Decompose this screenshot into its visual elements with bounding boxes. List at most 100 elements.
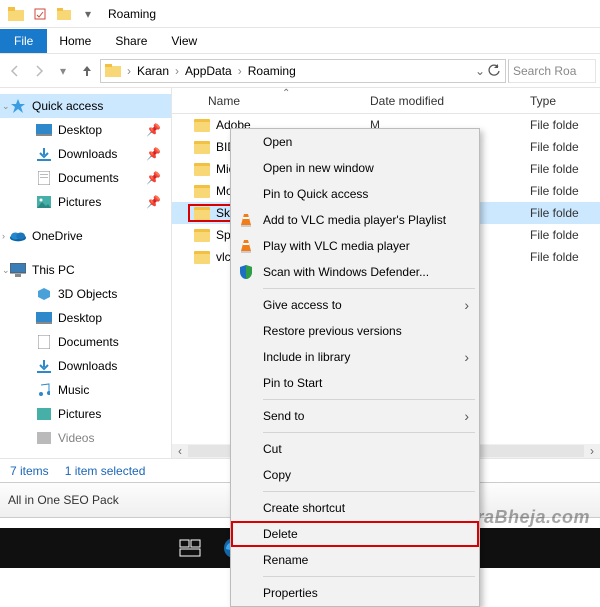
context-menu-item[interactable]: Cut	[231, 436, 479, 462]
sidebar-item-music[interactable]: Music	[0, 378, 171, 402]
3d-objects-icon	[36, 286, 52, 302]
sidebar-item-onedrive[interactable]: › OneDrive	[0, 224, 171, 248]
context-menu-item[interactable]: Rename	[231, 547, 479, 573]
sidebar-item-downloads[interactable]: Downloads	[0, 354, 171, 378]
ribbon-tab-file[interactable]: File	[0, 29, 47, 53]
context-menu-item[interactable]: Copy	[231, 462, 479, 488]
ribbon-tab-share[interactable]: Share	[103, 30, 159, 52]
context-menu-label: Rename	[263, 553, 308, 567]
file-type: File folde	[522, 118, 579, 132]
sidebar-item-documents[interactable]: Documents	[0, 330, 171, 354]
context-menu-item[interactable]: Add to VLC media player's Playlist	[231, 207, 479, 233]
pin-icon: 📌	[146, 147, 161, 161]
taskbar-taskview-icon[interactable]	[170, 528, 210, 568]
nav-back-button[interactable]	[4, 60, 26, 82]
nav-up-button[interactable]	[76, 60, 98, 82]
context-menu-label: Pin to Quick access	[263, 187, 368, 201]
sidebar-item-desktop[interactable]: Desktop	[0, 306, 171, 330]
pictures-icon	[36, 406, 52, 422]
folder-icon	[194, 185, 210, 198]
file-type: File folde	[522, 162, 579, 176]
qat-properties-icon[interactable]	[32, 6, 48, 22]
nav-recent-dropdown[interactable]: ▾	[52, 60, 74, 82]
folder-icon	[194, 141, 210, 154]
file-type: File folde	[522, 140, 579, 154]
context-menu-label: Create shortcut	[263, 501, 345, 515]
context-menu-item[interactable]: Play with VLC media player	[231, 233, 479, 259]
status-item-count: 7 items	[10, 464, 49, 478]
desktop-icon	[36, 122, 52, 138]
context-menu-label: Properties	[263, 586, 318, 600]
qat-dropdown-icon[interactable]: ▾	[80, 6, 96, 22]
documents-icon	[36, 170, 52, 186]
context-menu-item[interactable]: Create shortcut	[231, 495, 479, 521]
context-menu-item[interactable]: Send to	[231, 403, 479, 429]
context-menu-item[interactable]: Give access to	[231, 292, 479, 318]
folder-icon	[194, 251, 210, 264]
address-history-dropdown[interactable]: ⌄	[475, 64, 485, 78]
chevron-down-icon: ⌄	[2, 101, 10, 112]
sidebar-item-this-pc[interactable]: ⌄ This PC	[0, 258, 171, 282]
ribbon: File Home Share View	[0, 28, 600, 54]
context-menu-item[interactable]: Open	[231, 129, 479, 155]
sidebar-item-pictures[interactable]: Pictures📌	[0, 190, 171, 214]
ribbon-tab-home[interactable]: Home	[47, 30, 103, 52]
context-menu: Open Open in new window Pin to Quick acces…	[230, 128, 480, 607]
context-menu-label: Restore previous versions	[263, 324, 402, 338]
scroll-left-icon[interactable]: ‹	[172, 444, 188, 458]
context-menu-item[interactable]: Delete	[231, 521, 479, 547]
music-icon	[36, 382, 52, 398]
chevron-right-icon: ›	[127, 64, 131, 78]
qat-newfolder-icon[interactable]	[56, 6, 72, 22]
context-menu-item[interactable]: Properties	[231, 580, 479, 606]
folder-icon	[194, 119, 210, 132]
folder-icon	[194, 163, 210, 176]
context-menu-item[interactable]: Pin to Start	[231, 370, 479, 396]
sidebar-item-pictures[interactable]: Pictures	[0, 402, 171, 426]
sidebar-item-3d-objects[interactable]: 3D Objects	[0, 282, 171, 306]
column-headers: Name⌃ Date modified Type	[172, 88, 600, 114]
context-menu-separator	[263, 432, 475, 433]
onedrive-icon	[10, 228, 26, 244]
breadcrumb-segment[interactable]: Roaming	[248, 64, 296, 78]
sidebar-item-documents[interactable]: Documents📌	[0, 166, 171, 190]
context-menu-item[interactable]: Pin to Quick access	[231, 181, 479, 207]
chevron-right-icon: ›	[2, 231, 5, 241]
sidebar-item-quick-access[interactable]: ⌄ Quick access	[0, 94, 171, 118]
chevron-right-icon: ›	[238, 64, 242, 78]
pin-icon: 📌	[146, 195, 161, 209]
column-date[interactable]: Date modified	[362, 94, 522, 108]
file-type: File folde	[522, 228, 579, 242]
refresh-button[interactable]	[487, 64, 501, 78]
context-menu-label: Include in library	[263, 350, 350, 364]
folder-icon	[105, 64, 121, 77]
vlc-icon	[237, 237, 255, 255]
downloads-icon	[36, 358, 52, 374]
sidebar-item-desktop[interactable]: Desktop📌	[0, 118, 171, 142]
context-menu-item[interactable]: Open in new window	[231, 155, 479, 181]
nav-forward-button[interactable]	[28, 60, 50, 82]
column-name[interactable]: Name⌃	[172, 94, 362, 108]
address-field[interactable]: › Karan › AppData › Roaming ⌄	[100, 59, 506, 83]
downloads-icon	[36, 146, 52, 162]
desktop-icon	[36, 310, 52, 326]
context-menu-item[interactable]: Restore previous versions	[231, 318, 479, 344]
context-menu-label: Send to	[263, 409, 304, 423]
search-input[interactable]: Search Roa	[508, 59, 596, 83]
column-type[interactable]: Type	[522, 94, 564, 108]
sidebar-item-videos[interactable]: Videos	[0, 426, 171, 450]
context-menu-item[interactable]: Scan with Windows Defender...	[231, 259, 479, 285]
breadcrumb-segment[interactable]: AppData	[185, 64, 232, 78]
status-selected-count: 1 item selected	[65, 464, 146, 478]
scroll-right-icon[interactable]: ›	[584, 444, 600, 458]
context-menu-label: Play with VLC media player	[263, 239, 410, 253]
sidebar-item-downloads[interactable]: Downloads📌	[0, 142, 171, 166]
context-menu-label: Cut	[263, 442, 282, 456]
file-type: File folde	[522, 206, 579, 220]
context-menu-item[interactable]: Include in library	[231, 344, 479, 370]
context-menu-separator	[263, 399, 475, 400]
ribbon-tab-view[interactable]: View	[159, 30, 209, 52]
nav-pane: ⌄ Quick access Desktop📌 Downloads📌 Docum…	[0, 88, 172, 458]
context-menu-label: Open in new window	[263, 161, 374, 175]
breadcrumb-segment[interactable]: Karan	[137, 64, 169, 78]
